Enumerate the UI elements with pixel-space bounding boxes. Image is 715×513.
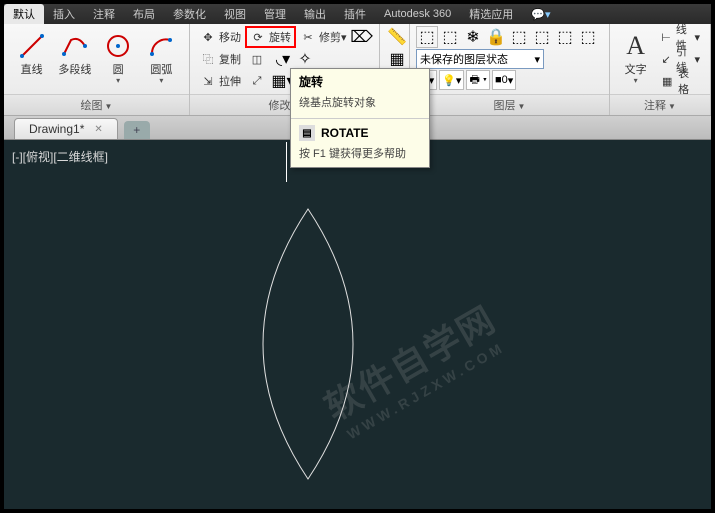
menu-tab-plugins[interactable]: 插件 [335,4,375,24]
explode-icon: ✧ [298,49,311,69]
document-tab[interactable]: Drawing1*✕ [14,118,118,139]
layer-lock-button[interactable]: 🔒 [485,26,507,48]
leader-icon: ↙ [659,51,673,67]
stretch-icon: ⇲ [200,73,216,89]
linear-icon: ⊢ [659,29,673,45]
trim-button[interactable]: ✂修剪 ▾ [296,26,351,48]
text-button[interactable]: A 文字▾ [616,26,655,92]
layer-freeze-button[interactable]: ❄ [462,26,484,48]
chevron-down-icon: ▾ [534,53,540,66]
viewport-label[interactable]: [-][俯视][二维线框] [12,148,108,165]
rotate-tooltip: 旋转 绕基点旋转对象 ▤ ROTATE 按 F1 键获得更多帮助 [290,68,430,168]
panel-draw-title[interactable]: 绘图▼ [4,94,189,115]
copy-icon: ⿻ [200,51,216,67]
drawing-canvas[interactable]: [-][俯视][二维线框] 软件自学网 WWW.RJZXW.COM [8,144,707,505]
explode-button[interactable]: ✧ [294,48,316,70]
copy-button[interactable]: ⿻复制 [196,48,245,70]
menu-tab-featured[interactable]: 精选应用 [460,4,522,24]
stretch-button[interactable]: ⇲拉伸 [196,70,245,92]
rotate-button[interactable]: ⟳旋转 [245,26,296,48]
layer-iso-button[interactable]: ⬚ [439,26,461,48]
polyline-button[interactable]: 多段线 [53,26,96,92]
menu-bar: 默认 插入 注释 布局 参数化 视图 管理 输出 插件 Autodesk 360… [4,4,711,24]
move-button[interactable]: ✥移动 [196,26,245,48]
circle-icon [102,30,134,62]
layer-off-button[interactable]: ⬚ [508,26,530,48]
tooltip-help: 按 F1 键获得更多帮助 [291,145,429,167]
rotate-icon: ⟳ [250,29,266,45]
drawing-content [8,144,707,505]
arc-button[interactable]: 圆弧▾ [140,26,183,92]
menu-tab-annotate[interactable]: 注释 [84,4,124,24]
line-button[interactable]: 直线 [10,26,53,92]
polyline-icon [59,30,91,62]
panel-draw: 直线 多段线 圆▾ 圆弧▾ 绘图▼ [4,24,190,115]
tooltip-command: ▤ ROTATE [291,121,429,145]
layer-match-button[interactable]: ⬚ [554,26,576,48]
menu-tab-a360[interactable]: Autodesk 360 [375,6,460,22]
circle-button[interactable]: 圆▾ [97,26,140,92]
table-button[interactable]: ▦表格 [655,70,704,92]
scale-icon: ⤢ [249,73,265,89]
arc-icon [145,30,177,62]
table-icon: ▦ [659,73,675,89]
layer-light-combo[interactable]: 💡▾ [439,70,464,90]
layer-state-combo[interactable]: 未保存的图层状态▾ [416,49,544,69]
mirror-button[interactable]: ◫ [245,48,272,70]
menu-tab-default[interactable]: 默认 [4,4,44,24]
tooltip-description: 绕基点旋转对象 [291,94,429,116]
command-icon: ▤ [299,125,315,141]
fillet-icon: ◟ [276,49,282,69]
measure-button[interactable]: 📏 [386,26,408,48]
layer-name-combo[interactable]: ■ 0 ▾ [492,70,516,90]
line-icon [16,30,48,62]
erase-button[interactable]: ⌦ [351,26,373,48]
trim-icon: ✂ [300,29,316,45]
panel-layers-title[interactable]: 图层▼ [410,94,609,115]
group-button[interactable]: ▦ [386,48,408,70]
layer-plot-combo[interactable]: 🖶 ▾ [466,70,490,90]
tooltip-title: 旋转 [291,69,429,94]
menu-tab-manage[interactable]: 管理 [255,4,295,24]
menu-tab-output[interactable]: 输出 [295,4,335,24]
menu-tab-parametric[interactable]: 参数化 [164,4,215,24]
menu-tab-view[interactable]: 视图 [215,4,255,24]
layer-prev-button[interactable]: ⬚ [577,26,599,48]
move-icon: ✥ [200,29,216,45]
layer-prop-button[interactable]: ⬚ [416,26,438,48]
mirror-icon: ◫ [249,51,265,67]
menu-tab-layout[interactable]: 布局 [124,4,164,24]
panel-annotate: A 文字▾ ⊢线性 ▾ ↙引线 ▾ ▦表格 注释▼ [610,24,711,115]
erase-icon: ⌦ [350,27,373,47]
text-icon: A [620,30,652,62]
fillet-button[interactable]: ◟▾ [272,48,294,70]
array-icon: ▦ [271,71,286,91]
close-icon[interactable]: ✕ [94,124,102,135]
layer-on-button[interactable]: ⬚ [531,26,553,48]
menu-tab-insert[interactable]: 插入 [44,4,84,24]
panel-layers: ⬚ ⬚ ❄ 🔒 ⬚ ⬚ ⬚ ⬚ 未保存的图层状态▾ ● ▾ 💡▾ 🖶 ▾ ■ 0… [410,24,610,115]
new-document-tab[interactable]: + [124,121,150,139]
panel-annotate-title[interactable]: 注释▼ [610,94,710,115]
scale-button[interactable]: ⤢ [245,70,272,92]
menu-tab-expand[interactable]: 💬▾ [522,6,559,23]
cursor-crosshair [286,142,287,182]
